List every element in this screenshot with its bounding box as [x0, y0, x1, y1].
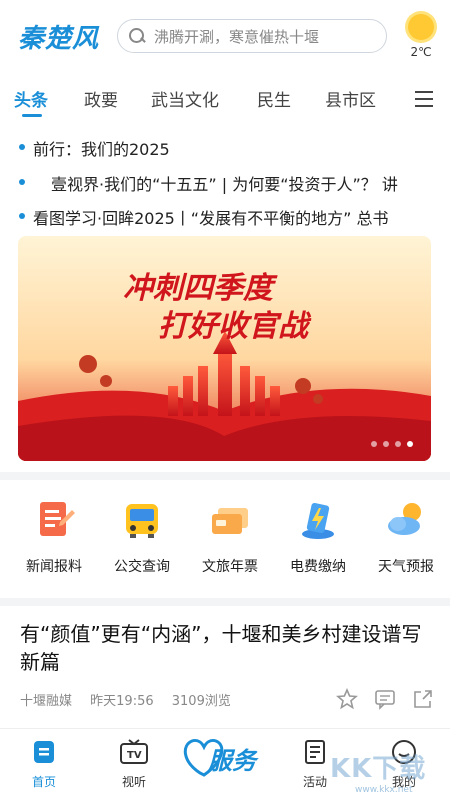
article-source: 十堰融媒 — [20, 694, 73, 709]
service-electricity-bill[interactable]: 电费缴纳 — [278, 498, 358, 578]
headline-text: 前行：我们的2025 — [33, 140, 170, 159]
carousel-indicator — [371, 441, 413, 447]
article-time: 昨天19:56 — [90, 694, 154, 709]
service-label: 文旅年票 — [202, 559, 258, 575]
article-meta: 十堰融媒 昨天19:56 3109浏览 — [20, 690, 245, 709]
bullet-dot-icon — [19, 144, 25, 150]
service-tourism-card[interactable]: 文旅年票 — [190, 498, 270, 578]
section-divider — [0, 598, 450, 606]
carousel-dot — [383, 441, 389, 447]
news-report-icon — [40, 502, 75, 536]
bullet-dot-icon — [19, 179, 25, 185]
carousel-dot-active — [407, 441, 413, 447]
ticket-card-icon — [212, 508, 248, 534]
headline-item[interactable]: 壹视界·我们的“十五五” | 为何要“投资于人”？ 讲 — [0, 168, 450, 198]
activity-doc-icon — [305, 740, 325, 764]
service-weather-forecast[interactable]: 天气预报 — [366, 498, 446, 578]
promo-banner[interactable]: 冲刺四季度 打好收官战 — [18, 236, 431, 461]
service-label: 公交查询 — [114, 559, 170, 575]
article-views: 3109浏览 — [171, 694, 231, 709]
app-logo: 秦楚风 — [18, 24, 100, 54]
watermark-logo: KK下载 — [330, 754, 427, 784]
service-label: 电费缴纳 — [290, 559, 346, 575]
top-header: 秦楚风 沸腾开涮，寒意催热十堰 2℃ — [0, 0, 450, 72]
bullet-dot-icon — [19, 213, 25, 219]
headline-item[interactable]: 前行：我们的2025 — [0, 133, 450, 163]
home-icon — [34, 741, 54, 763]
tab-headlines[interactable]: 头条 — [14, 86, 48, 111]
weather-temperature: 2℃ — [410, 45, 432, 59]
bus-icon — [126, 504, 158, 538]
headline-text: 壹视界·我们的“十五五” | 为何要“投资于人”？ 讲 — [51, 175, 398, 194]
service-bus-query[interactable]: 公交查询 — [102, 498, 182, 578]
nav-home[interactable]: 首页 — [14, 739, 74, 790]
electricity-bill-icon — [302, 502, 334, 539]
share-icon[interactable] — [412, 688, 434, 710]
favorite-star-icon[interactable] — [336, 688, 358, 710]
banner-title-line1: 冲刺四季度 — [123, 271, 278, 306]
tab-politics[interactable]: 政要 — [84, 86, 118, 111]
tab-wudang-culture[interactable]: 武当文化 — [151, 86, 219, 111]
weather-icon — [388, 503, 421, 535]
article-title[interactable]: 有“颜值”更有“内涵”，十堰和美乡村建设谱写新篇 — [20, 620, 432, 676]
channel-tabs: 头条 政要 武当文化 民生 县市区 — [0, 80, 450, 124]
nav-audio-video[interactable]: TV 视听 — [104, 739, 164, 790]
svg-text:TV: TV — [127, 750, 142, 761]
active-tab-indicator — [22, 114, 42, 117]
search-bar[interactable]: 沸腾开涮，寒意催热十堰 — [117, 19, 387, 53]
banner-title-line2: 打好收官战 — [158, 309, 312, 344]
section-divider — [0, 472, 450, 480]
service-label: 新闻报料 — [26, 559, 82, 575]
nav-service[interactable]: 服务 — [180, 733, 272, 785]
headline-text: 看图学习·回眸2025丨“发展有不平衡的地方” 总书 — [33, 209, 389, 228]
banner-artwork: 冲刺四季度 打好收官战 — [18, 236, 431, 461]
service-heart-icon: 服务 — [183, 739, 259, 777]
sun-icon — [408, 14, 434, 40]
weather-widget[interactable]: 2℃ — [400, 12, 442, 62]
comment-icon[interactable] — [374, 688, 396, 710]
channel-menu-icon[interactable] — [415, 91, 433, 107]
service-news-report[interactable]: 新闻报料 — [14, 498, 94, 578]
tab-livelihood[interactable]: 民生 — [257, 86, 291, 111]
carousel-dot — [371, 441, 377, 447]
nav-label: 首页 — [31, 775, 56, 789]
nav-service-label: 服务 — [207, 747, 259, 775]
carousel-dot — [395, 441, 401, 447]
watermark-url: www.kkx.net — [355, 785, 413, 795]
tab-counties[interactable]: 县市区 — [325, 86, 376, 111]
search-placeholder: 沸腾开涮，寒意催热十堰 — [154, 27, 320, 46]
headline-item[interactable]: 看图学习·回眸2025丨“发展有不平衡的地方” 总书 — [0, 202, 450, 232]
app-screen: 秦楚风 沸腾开涮，寒意催热十堰 2℃ 头条 政要 武当文化 民生 县市区 前行：… — [0, 0, 450, 800]
search-icon — [128, 27, 146, 45]
tv-icon: TV — [120, 739, 148, 764]
nav-label: 视听 — [121, 775, 146, 789]
service-label: 天气预报 — [378, 559, 434, 575]
